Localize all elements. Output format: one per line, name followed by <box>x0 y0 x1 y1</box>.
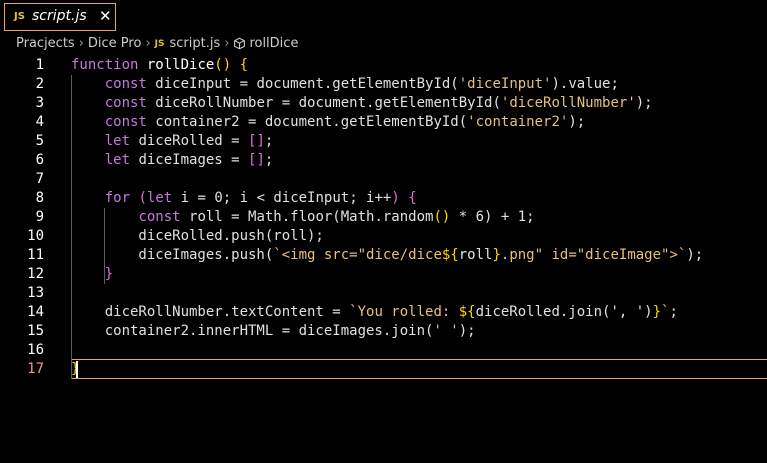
tab-label: script.js <box>32 8 87 24</box>
code-line: 15 container2.innerHTML = diceImages.joi… <box>27 323 476 339</box>
method-cube-icon <box>234 37 246 50</box>
code-line: 8 for (let i = 0; i < diceInput; i++) { <box>35 190 417 206</box>
code-line: 16 <box>27 342 44 358</box>
chevron-right-icon: › <box>224 36 230 51</box>
breadcrumb-item-rolldice[interactable]: rollDice <box>249 36 298 51</box>
breadcrumb-item-pracjects[interactable]: Pracjects <box>16 36 75 51</box>
code-line: 6 let diceImages = []; <box>35 152 274 168</box>
code-line-active: 17} <box>27 361 79 377</box>
code-line: 1 function rollDice() { <box>35 57 249 73</box>
code-line: 9 const roll = Math.floor(Math.random() … <box>35 209 535 225</box>
code-line: 14 diceRollNumber.textContent = `You rol… <box>27 304 678 320</box>
breadcrumb-item-dice-pro[interactable]: Dice Pro <box>88 36 142 51</box>
tab-script-js[interactable]: JS script.js ✕ <box>4 3 116 31</box>
js-file-icon: JS <box>154 38 165 49</box>
code-line: 7 <box>35 171 44 187</box>
text-cursor <box>76 361 78 378</box>
code-line: 2 const diceInput = document.getElementB… <box>35 76 619 92</box>
code-line: 12 } <box>27 266 114 282</box>
code-line: 11 diceImages.push(`<img src="dice/dice$… <box>27 247 704 263</box>
code-line: 10 diceRolled.push(roll); <box>27 228 324 244</box>
code-line: 13 <box>27 285 44 301</box>
js-file-icon: JS <box>14 11 25 22</box>
code-line: 4 const container2 = document.getElement… <box>35 114 586 130</box>
chevron-right-icon: › <box>78 36 84 51</box>
breadcrumb: Pracjects › Dice Pro › JS script.js › rollDice <box>16 36 298 54</box>
breadcrumb-item-script-js[interactable]: script.js <box>169 36 220 51</box>
code-line: 5 let diceRolled = []; <box>35 133 274 149</box>
chevron-right-icon: › <box>145 36 151 51</box>
tab-bar: JS script.js ✕ <box>0 0 767 34</box>
code-editor[interactable]: 1 function rollDice() { 2 const diceInput… <box>0 56 767 463</box>
code-line: 3 const diceRollNumber = document.getEle… <box>35 95 653 111</box>
close-icon[interactable]: ✕ <box>99 7 112 25</box>
